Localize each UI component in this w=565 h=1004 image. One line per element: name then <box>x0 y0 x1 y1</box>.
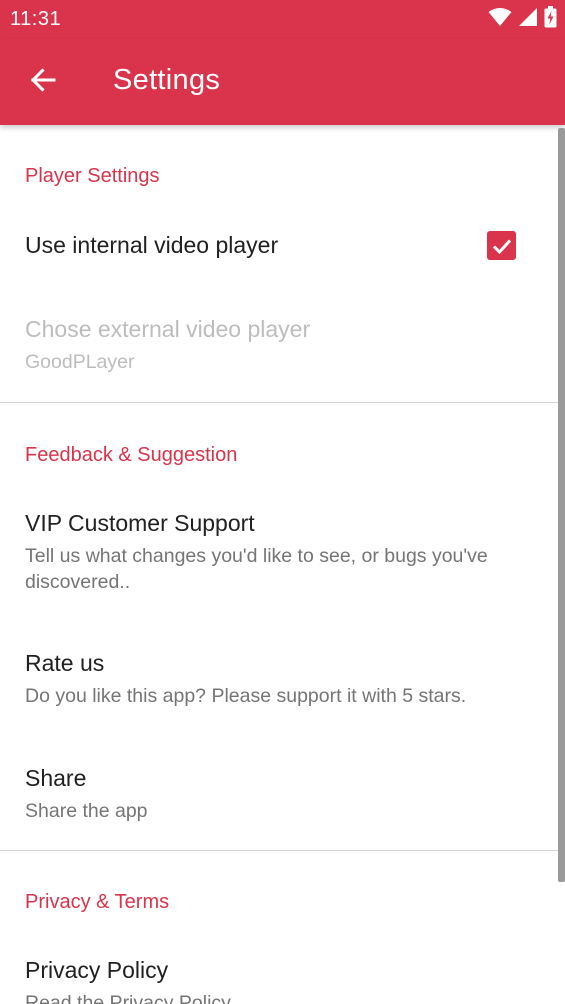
pref-rate-us[interactable]: Rate us Do you like this app? Please sup… <box>0 620 557 730</box>
pref-title: Privacy Policy <box>25 957 169 983</box>
pref-summary: Share the app <box>25 800 148 822</box>
pref-title: VIP Customer Support <box>25 510 255 536</box>
scrollbar[interactable] <box>558 128 565 882</box>
pref-privacy-policy[interactable]: Privacy Policy Read the Privacy Policy <box>0 925 557 1004</box>
pref-use-internal-player[interactable]: Use internal video player <box>0 203 557 288</box>
cellular-signal-icon <box>518 7 538 32</box>
page-title: Settings <box>113 64 221 96</box>
checkmark-icon <box>492 238 511 254</box>
internal-player-checkbox[interactable] <box>487 231 516 260</box>
wifi-icon <box>488 7 512 32</box>
status-time: 11:31 <box>10 8 62 30</box>
category-player-settings: Player Settings <box>25 165 160 187</box>
status-bar: 11:31 <box>0 0 565 39</box>
app-bar: Settings <box>0 39 565 125</box>
pref-summary: GoodPLayer <box>25 351 135 373</box>
back-button[interactable] <box>18 57 68 107</box>
pref-summary: Do you like this app? Please support it … <box>25 685 467 707</box>
category-feedback: Feedback & Suggestion <box>25 444 238 466</box>
arrow-left-icon <box>29 66 57 99</box>
battery-charging-icon <box>544 5 557 33</box>
pref-external-player: Chose external video player GoodPLayer <box>0 288 557 398</box>
settings-list[interactable]: Player Settings Use internal video playe… <box>0 125 565 1004</box>
pref-title: Share <box>25 765 87 791</box>
pref-share[interactable]: Share Share the app <box>0 735 557 845</box>
pref-title: Rate us <box>25 650 105 676</box>
pref-title: Chose external video player <box>25 316 311 342</box>
pref-summary: Tell us what changes you'd like to see, … <box>25 545 488 593</box>
status-icons <box>488 5 557 33</box>
section-divider <box>0 402 565 403</box>
pref-title: Use internal video player <box>25 232 279 258</box>
pref-vip-support[interactable]: VIP Customer Support Tell us what change… <box>0 480 557 615</box>
category-privacy-terms: Privacy & Terms <box>25 891 170 913</box>
section-divider <box>0 850 565 851</box>
pref-summary: Read the Privacy Policy <box>25 992 231 1004</box>
